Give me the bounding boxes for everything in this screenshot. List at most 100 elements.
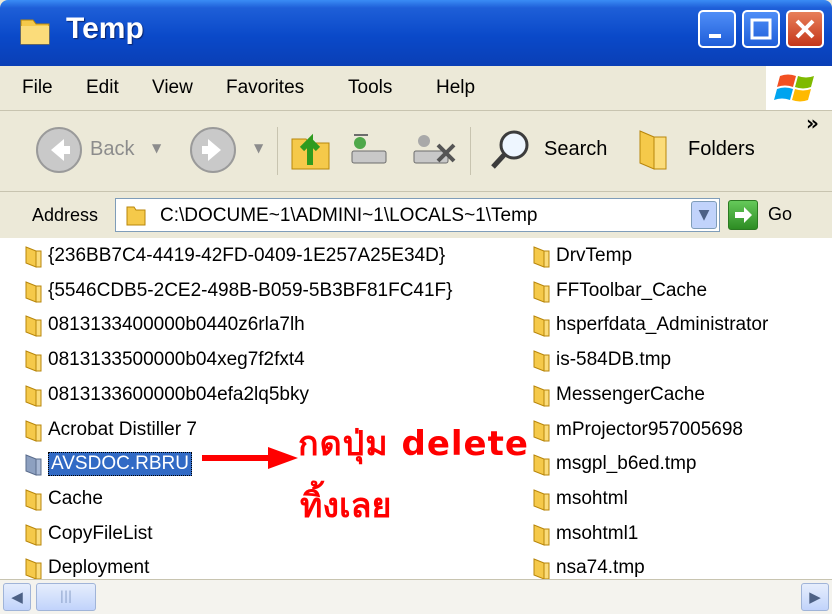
menu-help[interactable]: Help (436, 77, 475, 99)
window-title: Temp (66, 12, 144, 45)
grip-icon: ||| (59, 589, 73, 603)
file-item[interactable]: mProjector957005698 (532, 414, 743, 446)
file-item[interactable]: AVSDOC.RBRU (24, 448, 192, 480)
file-item[interactable]: MessengerCache (532, 379, 705, 411)
file-name: msohtml1 (556, 522, 639, 544)
file-name: 0813133600000b04efa2lq5bky (48, 383, 309, 405)
file-name: Acrobat Distiller 7 (48, 418, 197, 440)
windows-logo (766, 66, 832, 110)
toolbar-overflow-button[interactable]: » (806, 111, 819, 135)
maximize-button[interactable] (742, 10, 780, 48)
folder-icon (20, 19, 50, 45)
annotation-text-line1: กดปุ่ม delete (298, 424, 529, 464)
forward-dropdown-icon[interactable]: ▼ (254, 141, 263, 155)
file-name: DrvTemp (556, 245, 633, 266)
folder-icon (533, 246, 550, 268)
up-folder-icon[interactable] (288, 127, 334, 173)
address-dropdown-button[interactable]: ▼ (691, 201, 717, 229)
go-button[interactable] (728, 200, 758, 230)
file-item[interactable]: {236BB7C4-4419-42FD-0409-1E257A25E34D} (24, 240, 445, 272)
file-item[interactable]: Acrobat Distiller 7 (24, 414, 197, 446)
file-item[interactable]: hsperfdata_Administrator (532, 309, 768, 341)
disconnect-drive-icon[interactable] (408, 127, 458, 173)
toolbar-separator (470, 127, 471, 175)
back-dropdown-icon[interactable]: ▼ (152, 141, 161, 155)
folder-icon (126, 206, 146, 226)
back-label: Back (90, 138, 135, 160)
search-icon (491, 130, 529, 169)
map-drive-icon[interactable] (346, 127, 392, 173)
annotation-arrow-icon (202, 447, 298, 469)
file-name: msgpl_b6ed.tmp (556, 453, 697, 475)
minimize-button[interactable] (698, 10, 736, 48)
menu-bar: File Edit View Favorites Tools Help (0, 66, 832, 111)
menu-edit[interactable]: Edit (86, 77, 119, 99)
folder-icon (25, 280, 42, 303)
search-button[interactable]: Search (488, 125, 618, 175)
file-item[interactable]: nsa74.tmp (532, 552, 645, 579)
chevron-right-icon: ▶ (809, 588, 821, 606)
file-item[interactable]: 0813133500000b04xeg7f2fxt4 (24, 344, 305, 376)
file-name: Cache (48, 487, 103, 509)
folder-icon (25, 454, 42, 476)
file-item[interactable]: msgpl_b6ed.tmp (532, 448, 696, 480)
folders-button[interactable]: Folders (634, 125, 774, 175)
menu-tools[interactable]: Tools (348, 77, 392, 99)
horizontal-scrollbar[interactable]: ◀ ||| ▶ (0, 579, 832, 614)
folder-icon (533, 558, 550, 579)
folder-icon (25, 385, 42, 407)
menu-favorites[interactable]: Favorites (226, 77, 304, 99)
file-item[interactable]: msohtml (532, 483, 628, 515)
file-name: AVSDOC.RBRU (48, 452, 192, 477)
folder-icon (25, 315, 42, 338)
file-name: MessengerCache (556, 383, 705, 405)
title-bar[interactable]: Temp (0, 0, 832, 66)
file-item[interactable]: FFToolbar_Cache (532, 275, 707, 307)
annotation-text-line2: ทิ้งเลย (300, 486, 392, 526)
forward-button[interactable]: ▼ (188, 125, 268, 175)
folder-icon (533, 280, 550, 303)
file-name: hsperfdata_Administrator (556, 314, 769, 336)
chevron-down-icon: ▼ (698, 207, 710, 223)
search-label: Search (544, 138, 608, 160)
folder-icon (533, 454, 550, 476)
folder-icon (25, 558, 42, 579)
folder-icon (25, 350, 42, 372)
scroll-left-button[interactable]: ◀ (3, 583, 31, 611)
close-icon (795, 19, 815, 39)
file-item[interactable]: msohtml1 (532, 518, 638, 550)
folder-icon (25, 419, 42, 442)
file-name: msohtml (556, 487, 628, 509)
file-item[interactable]: Deployment (24, 552, 149, 579)
file-item[interactable]: Cache (24, 483, 103, 515)
address-input[interactable]: C:\DOCUME~1\ADMINI~1\LOCALS~1\Temp ▼ (115, 198, 720, 232)
file-name: nsa74.tmp (556, 557, 645, 579)
file-name: {5546CDB5-2CE2-498B-B059-5B3BF81FC41F} (48, 279, 453, 301)
file-item[interactable]: DrvTemp (532, 240, 632, 272)
folders-label: Folders (688, 138, 755, 160)
minimize-icon (709, 34, 721, 38)
go-label[interactable]: Go (768, 204, 792, 225)
folders-icon (639, 130, 667, 170)
close-button[interactable] (786, 10, 824, 48)
scroll-thumb[interactable]: ||| (36, 583, 96, 611)
file-item[interactable]: 0813133400000b0440z6rla7lh (24, 309, 305, 341)
file-item[interactable]: is-584DB.tmp (532, 344, 671, 376)
folder-icon (25, 246, 42, 268)
file-name: is-584DB.tmp (556, 349, 672, 371)
file-item[interactable]: 0813133600000b04efa2lq5bky (24, 379, 309, 411)
file-item[interactable]: {5546CDB5-2CE2-498B-B059-5B3BF81FC41F} (24, 275, 453, 307)
folder-icon (533, 385, 550, 407)
file-name: 0813133500000b04xeg7f2fxt4 (48, 349, 305, 371)
folder-icon (533, 350, 550, 372)
file-name: Deployment (48, 557, 150, 579)
file-item[interactable]: CopyFileList (24, 518, 153, 550)
folder-icon (25, 489, 42, 511)
scroll-right-button[interactable]: ▶ (801, 583, 829, 611)
menu-view[interactable]: View (152, 77, 193, 99)
menu-file[interactable]: File (22, 77, 53, 99)
back-button[interactable]: Back ▼ (34, 125, 164, 175)
folder-icon (533, 523, 550, 546)
chevron-left-icon: ◀ (11, 588, 23, 606)
explorer-window: Temp File Edit View Favorites Tools Help (0, 0, 832, 614)
